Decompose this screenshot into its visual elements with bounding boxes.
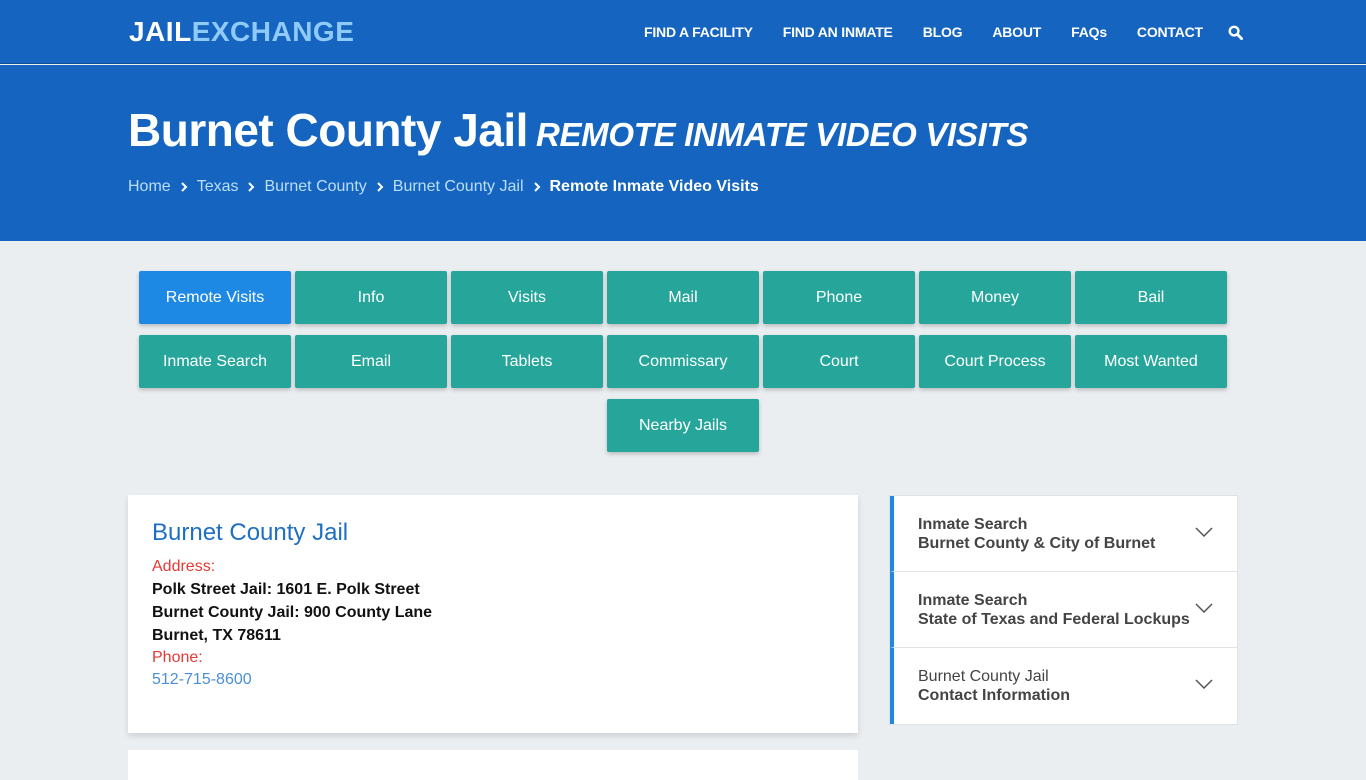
btn-commissary[interactable]: Commissary (607, 335, 759, 388)
btn-phone[interactable]: Phone (763, 271, 915, 324)
sidebar-item-subtitle: State of Texas and Federal Lockups (918, 611, 1190, 628)
btn-mail[interactable]: Mail (607, 271, 759, 324)
address-line: Burnet, TX 78611 (152, 627, 281, 644)
hero-banner: Burnet County Jail REMOTE INMATE VIDEO VI… (0, 65, 1366, 241)
btn-info[interactable]: Info (295, 271, 447, 324)
sidebar-item-title: Inmate Search (918, 516, 1028, 533)
breadcrumb: Home Texas Burnet County Burnet County J… (128, 178, 759, 196)
chevron-right-icon (180, 181, 188, 193)
sidebar-item-inmate-search-state[interactable]: Inmate Search State of Texas and Federal… (890, 572, 1237, 648)
chevron-right-icon (376, 181, 384, 193)
breadcrumb-burnet-county[interactable]: Burnet County (264, 178, 366, 196)
page-title-main: Burnet County Jail (128, 104, 528, 156)
chevron-right-icon (533, 181, 541, 193)
breadcrumb-home[interactable]: Home (128, 178, 171, 196)
btn-remote-visits[interactable]: Remote Visits (139, 271, 291, 324)
breadcrumb-texas[interactable]: Texas (197, 178, 239, 196)
address-line: Burnet County Jail: 900 County Lane (152, 604, 433, 621)
btn-nearby-jails[interactable]: Nearby Jails (607, 399, 759, 452)
logo-jail: JAIL (129, 16, 192, 47)
breadcrumb-burnet-county-jail[interactable]: Burnet County Jail (393, 178, 524, 196)
chevron-right-icon (247, 181, 255, 193)
page-title-sub: REMOTE INMATE VIDEO VISITS (535, 116, 1029, 153)
btn-tablets[interactable]: Tablets (451, 335, 603, 388)
sidebar-item-inmate-search-county[interactable]: Inmate Search Burnet County & City of Bu… (890, 496, 1237, 572)
search-icon[interactable] (1218, 25, 1253, 40)
chevron-down-icon[interactable] (1195, 600, 1213, 618)
facility-name: Burnet County Jail (152, 519, 349, 546)
sidebar-item-title: Burnet County Jail (918, 668, 1049, 685)
site-logo[interactable]: JAILEXCHANGE (129, 14, 354, 50)
btn-money[interactable]: Money (919, 271, 1071, 324)
nav-find-an-inmate[interactable]: FIND AN INMATE (768, 24, 908, 40)
nav-blog[interactable]: BLOG (908, 24, 978, 40)
nav-contact[interactable]: CONTACT (1122, 24, 1218, 40)
sidebar-item-contact-info[interactable]: Burnet County Jail Contact Information (890, 648, 1237, 724)
chevron-down-icon[interactable] (1195, 524, 1213, 542)
btn-bail[interactable]: Bail (1075, 271, 1227, 324)
chevron-down-icon[interactable] (1195, 676, 1213, 694)
next-card (128, 750, 858, 780)
address-line: Polk Street Jail: 1601 E. Polk Street (152, 581, 420, 598)
phone-link[interactable]: 512-715-8600 (152, 669, 834, 691)
btn-most-wanted[interactable]: Most Wanted (1075, 335, 1227, 388)
address-label: Address: (152, 558, 216, 575)
logo-exchange: EXCHANGE (191, 16, 355, 47)
phone-label: Phone: (152, 649, 203, 666)
sidebar-item-title: Inmate Search (918, 592, 1028, 609)
page-title: Burnet County Jail REMOTE INMATE VIDEO VI… (128, 103, 1028, 157)
btn-court-process[interactable]: Court Process (919, 335, 1071, 388)
main-nav: FIND A FACILITY FIND AN INMATE BLOG ABOU… (629, 0, 1253, 64)
nav-about[interactable]: ABOUT (977, 24, 1056, 40)
btn-visits[interactable]: Visits (451, 271, 603, 324)
sidebar-item-subtitle: Contact Information (918, 687, 1070, 704)
sidebar-item-subtitle: Burnet County & City of Burnet (918, 535, 1156, 552)
nav-faqs[interactable]: FAQs (1056, 24, 1122, 40)
breadcrumb-current: Remote Inmate Video Visits (549, 178, 759, 195)
btn-inmate-search[interactable]: Inmate Search (139, 335, 291, 388)
top-navbar: JAILEXCHANGE FIND A FACILITY FIND AN INM… (0, 0, 1366, 64)
btn-court[interactable]: Court (763, 335, 915, 388)
facility-card: Burnet County Jail Address: Polk Street … (128, 495, 858, 733)
sidebar-accordion: Inmate Search Burnet County & City of Bu… (889, 495, 1238, 725)
nav-find-a-facility[interactable]: FIND A FACILITY (629, 24, 768, 40)
btn-email[interactable]: Email (295, 335, 447, 388)
